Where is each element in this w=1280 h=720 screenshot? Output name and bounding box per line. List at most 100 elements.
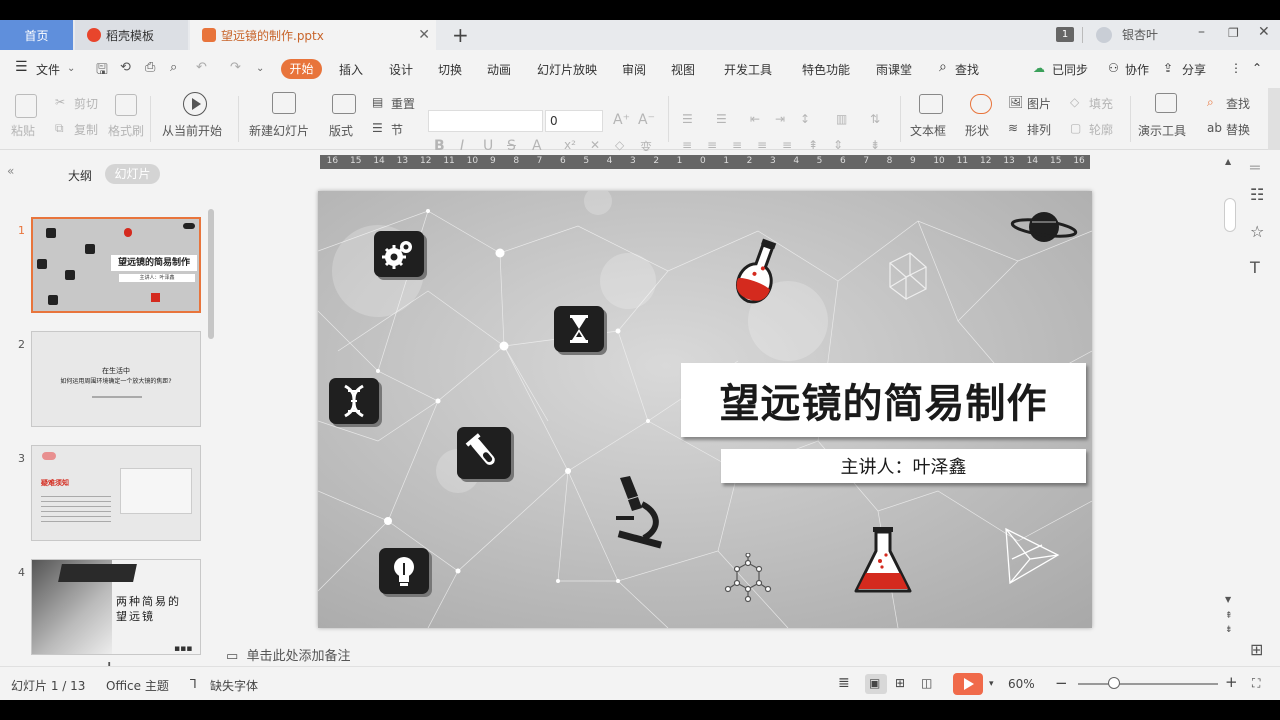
distributed-icon[interactable]: ≡ [782,138,792,152]
slide-canvas[interactable]: 望远镜的简易制作 主讲人：叶泽鑫 [318,191,1092,628]
export-icon[interactable]: ⟲ [120,60,131,75]
scrollbar-thumb[interactable] [1224,198,1236,232]
reset-button[interactable]: 重置 [391,95,415,112]
panel-scrollbar[interactable] [208,209,214,339]
theme-name[interactable]: Office 主题 [106,677,169,694]
picture-button[interactable]: 图片 [1027,95,1051,112]
zoom-slider-handle[interactable] [1108,677,1120,689]
zoom-in-icon[interactable]: + [1225,673,1238,691]
menu-start[interactable]: 开始 [281,59,322,79]
prev-slide-icon[interactable]: ⇞ [1225,611,1233,621]
tab-home[interactable]: 首页 [0,20,73,50]
line-spacing-icon[interactable]: ↕ [800,112,810,126]
sidebar-collapse-icon[interactable]: ═ [1250,158,1260,177]
slide-thumb-3[interactable]: 疑难须知 [31,445,201,541]
zoom-slider-track[interactable] [1078,683,1218,685]
new-slide-button[interactable]: 新建幻灯片 [249,122,309,139]
sync-status[interactable]: 已同步 [1052,61,1088,78]
from-current-button[interactable]: 从当前开始 [162,122,222,139]
collab-button[interactable]: 协作 [1125,61,1149,78]
slide-thumb-4[interactable]: 两种简易的望远镜 ▪▪▪ [31,559,201,655]
outline-button[interactable]: 轮廓 [1089,121,1113,138]
share-button[interactable]: 分享 [1182,61,1206,78]
tab-slides[interactable]: 幻灯片 [105,164,160,184]
fill-button[interactable]: 填充 [1089,95,1113,112]
slide-thumb-1[interactable]: 望远镜的简易制作 主讲人：叶泽鑫 [31,217,201,313]
columns-icon[interactable]: ▥ [836,112,847,126]
close-window-icon[interactable]: ✕ [1258,24,1270,40]
search-icon[interactable]: ⌕ [939,59,947,75]
font-size-select[interactable]: 0 [545,110,603,132]
menu-features[interactable]: 特色功能 [802,61,850,78]
missing-font-button[interactable]: 缺失字体 [210,677,258,694]
ribbon-scroll[interactable] [1268,88,1280,150]
save-icon[interactable]: 🖫 [96,59,108,83]
next-slide-icon[interactable]: ⇟ [1225,625,1233,635]
play-options-chevron-icon[interactable]: ▾ [989,679,994,689]
format-painter-button[interactable]: 格式刷 [108,122,144,139]
notes-toggle-icon[interactable]: ≣ [838,675,850,691]
grid-view-icon[interactable]: ⊞ [1250,640,1263,659]
minimize-icon[interactable]: – [1198,24,1205,40]
undo-icon[interactable]: ↶ [196,60,207,75]
increase-font-icon[interactable]: A⁺ [613,112,630,128]
clear-format-icon[interactable]: ✕ [590,138,600,152]
decrease-font-icon[interactable]: A⁻ [638,112,655,128]
window-count-badge[interactable]: 1 [1056,27,1074,42]
menu-search[interactable]: 查找 [955,61,979,78]
superscript-icon[interactable]: x² [564,138,576,152]
bullets-icon[interactable]: ☰ [682,112,693,126]
tab-document[interactable]: 望远镜的制作.pptx ✕ [190,20,436,50]
print-preview-icon[interactable]: ⌕ [170,60,177,75]
menu-view[interactable]: 视图 [671,61,695,78]
menu-developer[interactable]: 开发工具 [724,61,772,78]
collapse-ribbon-icon[interactable]: ⌃ [1252,61,1262,75]
menu-design[interactable]: 设计 [389,61,413,78]
textbox-button[interactable]: 文本框 [910,122,946,139]
section-button[interactable]: 节 [391,121,403,138]
menu-slideshow[interactable]: 幻灯片放映 [537,61,597,78]
slide-sorter-icon[interactable]: ⊞ [895,676,905,690]
text-icon[interactable]: T [1250,258,1260,277]
zoom-level[interactable]: 60% [1008,677,1035,691]
presenter-tools-button[interactable]: 演示工具 [1138,122,1186,139]
align-right-icon[interactable]: ≡ [732,138,742,152]
chevron-down-icon[interactable]: ⌄ [67,63,75,74]
paste-button[interactable]: 粘贴 [11,122,35,139]
cut-button[interactable]: 剪切 [74,95,98,112]
slide-title[interactable]: 望远镜的简易制作 [681,363,1086,437]
reading-view-icon[interactable]: ◫ [921,676,932,690]
animation-icon[interactable]: ☆ [1250,222,1264,241]
copy-button[interactable]: 复制 [74,121,98,138]
menu-transition[interactable]: 切换 [438,61,462,78]
hamburger-icon[interactable]: ☰ [15,59,28,75]
font-family-select[interactable] [428,110,543,132]
tab-outline[interactable]: 大纲 [68,167,92,184]
fit-window-icon[interactable]: ⛶ [1252,676,1260,691]
decrease-indent-icon[interactable]: ⇤ [750,112,760,126]
close-tab-icon[interactable]: ✕ [418,27,430,43]
arrange-button[interactable]: 排列 [1027,121,1051,138]
menu-rain-classroom[interactable]: 雨课堂 [876,61,912,78]
text-direction-icon[interactable]: ⇅ [870,112,880,126]
align-text-icon[interactable]: ⇟ [870,138,880,152]
tab-template[interactable]: 稻壳模板 [75,20,188,50]
layout-button[interactable]: 版式 [329,122,353,139]
slide-subtitle[interactable]: 主讲人：叶泽鑫 [721,449,1086,483]
increase-indent-icon[interactable]: ⇥ [775,112,785,126]
quick-access-more-icon[interactable]: ⌄ [256,63,264,74]
menu-insert[interactable]: 插入 [339,61,363,78]
new-tab-button[interactable]: + [452,23,469,47]
avatar[interactable] [1096,27,1112,43]
justify-icon[interactable]: ≡ [757,138,767,152]
menu-review[interactable]: 审阅 [622,61,646,78]
zoom-out-icon[interactable]: − [1055,674,1068,692]
slide-thumb-2[interactable]: 在生活中 如何运用周围环境确定一个放大镜的焦距? [31,331,201,427]
align-middle-icon[interactable]: ⇕ [833,138,843,152]
properties-icon[interactable]: ☷ [1250,185,1264,204]
menu-animation[interactable]: 动画 [487,61,511,78]
restore-icon[interactable]: ❐ [1228,26,1239,40]
slide-counter[interactable]: 幻灯片 1 / 13 [11,677,85,694]
slideshow-play-button[interactable] [953,673,983,695]
eraser-icon[interactable]: ◇ [615,138,624,152]
